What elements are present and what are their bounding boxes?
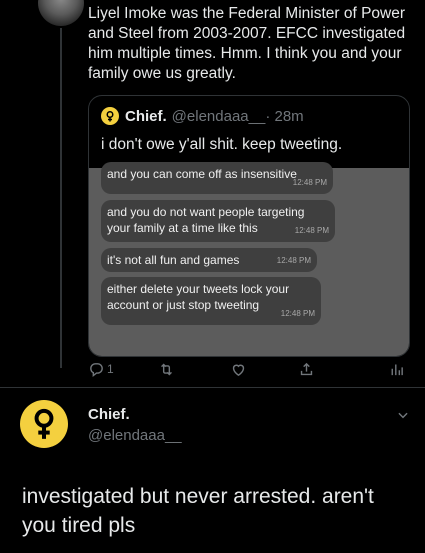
quoted-user-name[interactable]: Chief. [125, 108, 167, 125]
retweet-button[interactable] [158, 359, 175, 379]
main-tweet-text: investigated but never arrested. aren't … [22, 485, 374, 537]
chat-message-time: 12:48 PM [280, 309, 315, 318]
analytics-button[interactable] [388, 359, 405, 379]
chat-screenshot-image[interactable]: and you can come off as insensitive 12:4… [89, 162, 409, 356]
tweet-action-bar: 1 [88, 359, 408, 379]
quoted-tweet-header: Chief. @elendaaa__ · 28m [101, 107, 304, 125]
thread-connector-line [60, 28, 62, 368]
chevron-down-icon[interactable] [396, 408, 410, 422]
main-user-handle[interactable]: @elendaaa__ [88, 427, 182, 444]
female-symbol-icon [34, 408, 54, 439]
chat-message: it's not all fun and games 12:48 PM [101, 248, 317, 272]
quoted-user-avatar[interactable] [101, 107, 119, 125]
quoted-user-handle[interactable]: @elendaaa__ [172, 108, 266, 125]
main-user-avatar[interactable] [20, 400, 68, 448]
chat-message-time: 12:48 PM [292, 178, 327, 187]
chat-message: either delete your tweets lock your acco… [101, 277, 321, 325]
share-icon [300, 362, 313, 375]
chat-message-time: 12:48 PM [276, 256, 311, 265]
female-symbol-icon [106, 111, 114, 122]
retweet-icon [161, 363, 172, 375]
reply-button[interactable]: 1 [88, 359, 114, 379]
thread-tweet-text: Liyel Imoke was the Federal Minister of … [88, 5, 406, 82]
reply-icon [90, 362, 103, 377]
chat-message: and you can come off as insensitive 12:4… [101, 162, 333, 194]
share-button[interactable] [298, 359, 315, 379]
quoted-tweet-time: · 28m [265, 107, 304, 125]
chat-message-time: 12:48 PM [294, 226, 329, 235]
like-button[interactable] [230, 359, 247, 379]
reply-count: 1 [107, 362, 114, 376]
like-icon [232, 364, 245, 376]
main-user-name[interactable]: Chief. [88, 406, 130, 423]
analytics-icon [391, 364, 403, 375]
tweet-divider [0, 387, 425, 388]
quoted-tweet-text: i don't owe y'all shit. keep tweeting. [101, 136, 343, 153]
replied-user-avatar[interactable] [38, 0, 84, 26]
chat-message: and you do not want people targeting you… [101, 200, 335, 242]
quoted-tweet-card[interactable]: Chief. @elendaaa__ · 28m i don't owe y'a… [88, 95, 410, 357]
